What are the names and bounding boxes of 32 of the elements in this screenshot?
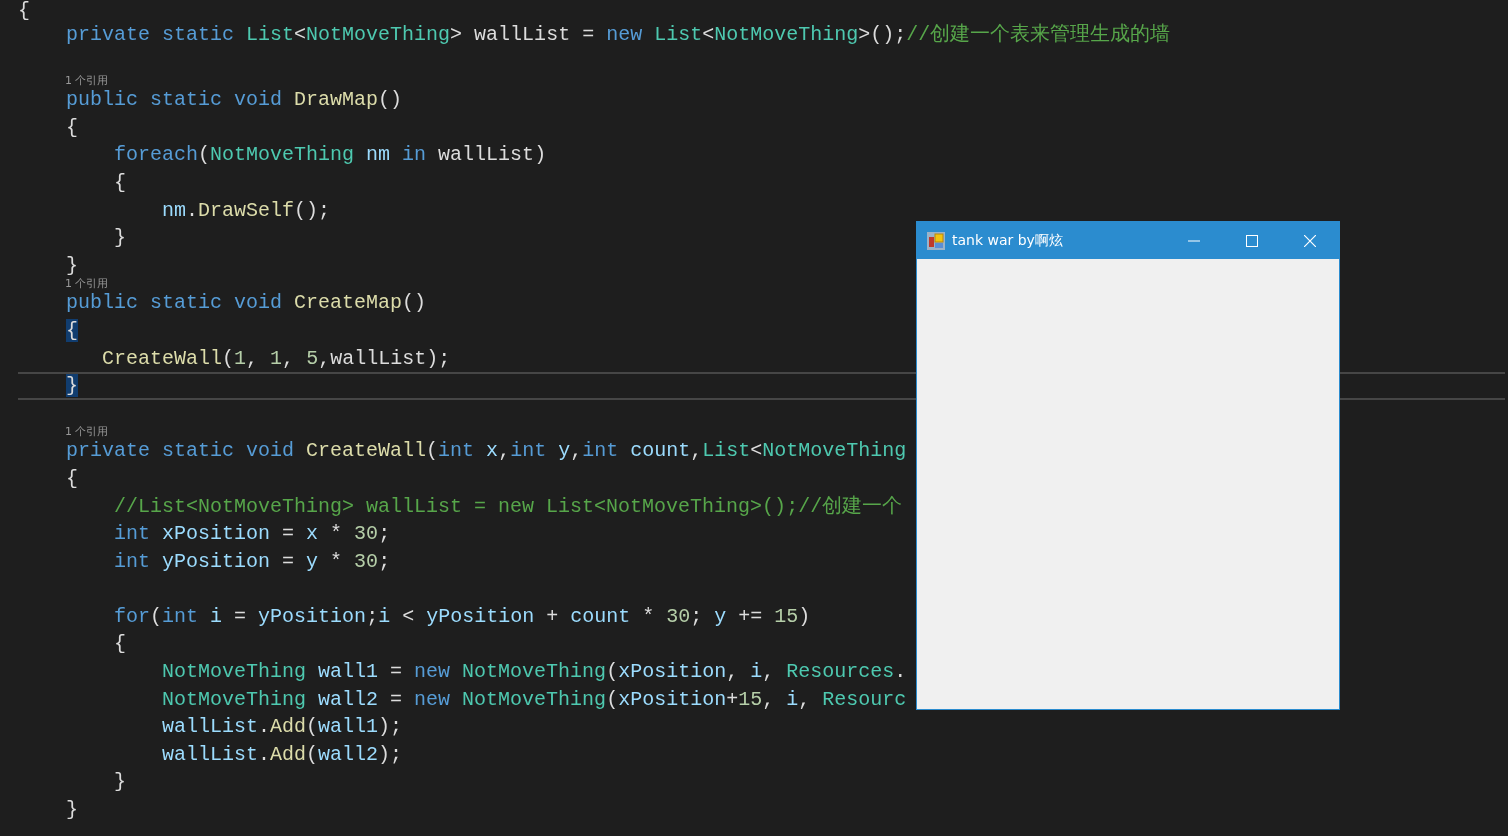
minimize-icon xyxy=(1188,239,1200,242)
reference-count[interactable]: 1 个引用 xyxy=(65,277,109,291)
code-line: nm.DrawSelf(); xyxy=(161,198,331,222)
code-line: CreateWall(1, 1, 5,wallList); xyxy=(101,346,451,370)
code-line: { xyxy=(18,0,30,22)
code-line: { xyxy=(65,466,78,490)
code-line: } xyxy=(113,770,127,794)
code-line: public static void CreateMap() xyxy=(65,291,427,315)
code-line: int xPosition = x * 30; xyxy=(113,522,391,546)
code-line: } xyxy=(65,253,78,277)
code-line: NotMoveThing wall2 = new NotMoveThing(xPosition+15, i, Resourc xyxy=(161,687,907,711)
code-line: private static List<NotMoveThing> wallList = new List<NotMoveThing>();//创建一个表来管理生成的墙 xyxy=(65,23,1171,46)
code-line: foreach(NotMoveThing nm in wallList) xyxy=(113,143,547,167)
code-line: } xyxy=(113,226,127,250)
code-line: for(int i = yPosition;i < yPosition + count * 30; y += 15) xyxy=(113,604,811,628)
reference-count[interactable]: 1 个引用 xyxy=(65,425,109,439)
code-line: wallList.Add(wall2); xyxy=(161,742,403,766)
maximize-icon xyxy=(1246,234,1258,247)
close-icon xyxy=(1304,234,1316,247)
code-line: private static void CreateWall(int x,int y,int count,List<NotMoveThing xyxy=(65,439,907,463)
window-title: tank war by啊炫 xyxy=(952,231,1063,250)
reference-count[interactable]: 1 个引用 xyxy=(65,74,109,88)
code-line: { xyxy=(113,632,127,656)
code-line: int yPosition = y * 30; xyxy=(113,549,391,573)
code-line: //List<NotMoveThing> wallList = new List<NotMoveThing>();//创建一个 xyxy=(113,494,903,518)
code-line: { xyxy=(65,115,78,139)
app-icon xyxy=(927,231,945,250)
code-line: { xyxy=(113,170,127,194)
code-line: public static void DrawMap() xyxy=(65,88,403,112)
code-line: wallList.Add(wall1); xyxy=(161,715,403,739)
code-line: } xyxy=(65,798,78,822)
code-line: NotMoveThing wall1 = new NotMoveThing(xPosition, i, Resources. xyxy=(161,660,907,684)
